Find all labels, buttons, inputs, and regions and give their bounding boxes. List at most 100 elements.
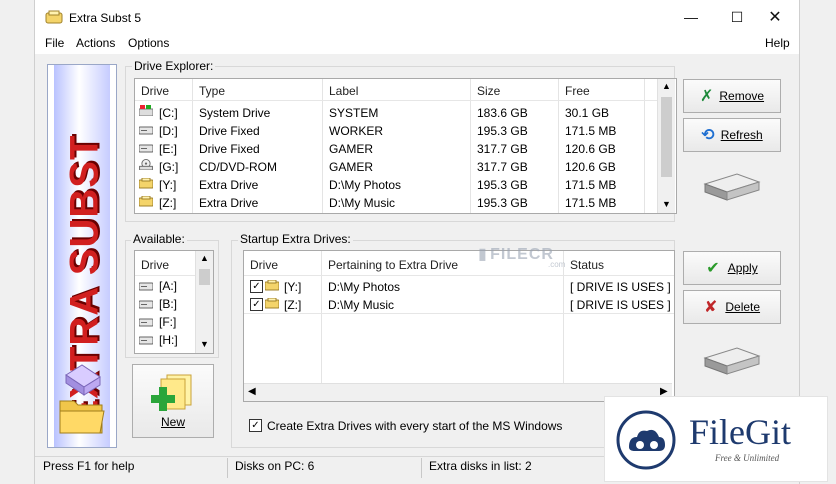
status-disks: Disks on PC: 6 [235, 459, 315, 473]
table-row[interactable]: [G:] CD/DVD-ROM GAMER 317.7 GB 120.6 GB [135, 157, 657, 175]
delete-button[interactable]: ✘ Delete [683, 290, 781, 324]
filegit-tagline: Free & Unlimited [715, 453, 780, 463]
check-icon: ✔ [706, 260, 720, 277]
startup-list[interactable]: Drive Pertaining to Extra Drive Status ✓… [243, 250, 675, 402]
scroll-thumb[interactable] [199, 269, 210, 285]
row-drive: [C:] [159, 106, 178, 120]
scroll-up-icon[interactable]: ▲ [662, 81, 671, 91]
table-row[interactable]: ✓ [Y:] D:\My Photos [ DRIVE IS USES ] [244, 277, 674, 295]
row-size: 195.3 GB [477, 178, 528, 192]
scroll-left-icon[interactable]: ◀ [248, 386, 256, 397]
menu-options[interactable]: Options [128, 36, 169, 50]
scroll-thumb[interactable] [661, 97, 672, 177]
remove-button[interactable]: ✗ Remove [683, 79, 781, 113]
table-row[interactable]: [C:] System Drive SYSTEM 183.6 GB 30.1 G… [135, 103, 657, 121]
row-drive: [Z:] [159, 196, 177, 210]
row-free: 120.6 GB [565, 160, 616, 174]
row-free: 171.5 MB [565, 196, 617, 210]
new-button[interactable]: New [132, 364, 214, 438]
close-button[interactable]: ✕ [752, 0, 798, 34]
delete-icon: ✘ [703, 299, 718, 316]
row-checkbox[interactable]: ✓ [250, 298, 263, 311]
hard-drive-icon [139, 336, 153, 345]
col-type[interactable]: Type [199, 84, 225, 98]
row-status: [ DRIVE IS USES ] [570, 298, 671, 312]
new-folder-plus-icon [151, 374, 192, 411]
row-status: [ DRIVE IS USES ] [570, 280, 671, 294]
row-drive: [G:] [159, 160, 179, 174]
filegit-badge: FileGit Free & Unlimited [604, 396, 828, 482]
row-label: GAMER [329, 142, 374, 156]
folder-drive-icon [59, 364, 105, 434]
menu-help[interactable]: Help [765, 36, 790, 50]
menu-actions[interactable]: Actions [76, 36, 115, 50]
row-label: D:\My Photos [329, 178, 402, 192]
status-help: Press F1 for help [43, 459, 135, 473]
filegit-brand: FileGit [689, 412, 792, 452]
col-pertaining[interactable]: Pertaining to Extra Drive [328, 258, 458, 272]
window-title: Extra Subst 5 [69, 11, 142, 25]
table-row[interactable]: [E:] Drive Fixed GAMER 317.7 GB 120.6 GB [135, 139, 657, 157]
startup-label: Startup Extra Drives: [238, 232, 353, 246]
row-size: 183.6 GB [477, 106, 528, 120]
drive-explorer-label: Drive Explorer: [132, 59, 216, 73]
row-size: 317.7 GB [477, 142, 528, 156]
row-type: Drive Fixed [199, 142, 260, 156]
row-type: Extra Drive [199, 178, 259, 192]
col-size[interactable]: Size [477, 84, 500, 98]
filecr-logo-icon: ▮ [478, 246, 487, 263]
windows-drive-icon [139, 105, 153, 116]
hard-disk-icon [703, 347, 761, 375]
drive-list-scrollbar[interactable]: ▲ ▼ [657, 79, 675, 213]
available-list[interactable]: Drive [A:] [B:] [F:] [H:] ▲ ▼ [134, 250, 214, 354]
scroll-up-icon[interactable]: ▲ [200, 253, 209, 263]
col-status[interactable]: Status [570, 258, 604, 272]
row-free: 171.5 MB [565, 178, 617, 192]
col-drive[interactable]: Drive [141, 258, 169, 272]
row-label: SYSTEM [329, 106, 379, 120]
extra-drive-icon [265, 280, 279, 291]
status-extra: Extra disks in list: 2 [429, 459, 532, 473]
extra-drive-icon [265, 298, 279, 309]
title-bar: Extra Subst 5 — ☐ ✕ [35, 0, 799, 34]
minimize-button[interactable]: — [668, 0, 714, 34]
extra-drive-icon [139, 196, 153, 207]
startup-checkbox-label[interactable]: Create Extra Drives with every start of … [267, 419, 562, 433]
scroll-down-icon[interactable]: ▼ [200, 339, 209, 349]
row-type: CD/DVD-ROM [199, 160, 277, 174]
col-drive[interactable]: Drive [250, 258, 278, 272]
row-free: 30.1 GB [565, 106, 610, 120]
col-drive[interactable]: Drive [141, 84, 169, 98]
menu-file[interactable]: File [45, 36, 64, 50]
col-label[interactable]: Label [329, 84, 358, 98]
apply-button[interactable]: ✔ Apply [683, 251, 781, 285]
row-type: System Drive [199, 106, 271, 120]
row-checkbox[interactable]: ✓ [250, 280, 263, 293]
table-row[interactable]: [Y:] Extra Drive D:\My Photos 195.3 GB 1… [135, 175, 657, 193]
row-drive: [E:] [159, 142, 178, 156]
hard-drive-icon [139, 282, 153, 291]
table-row[interactable]: ✓ [Z:] D:\My Music [ DRIVE IS USES ] [244, 295, 674, 313]
row-label: WORKER [329, 124, 383, 138]
row-free: 120.6 GB [565, 142, 616, 156]
startup-checkbox[interactable]: ✓ [249, 419, 262, 432]
remove-icon: ✗ [699, 88, 714, 105]
col-free[interactable]: Free [565, 84, 590, 98]
hard-drive-icon [139, 144, 153, 153]
row-drive: [Y:] [159, 178, 177, 192]
hard-disk-icon [703, 173, 761, 201]
drive-explorer-list[interactable]: Drive Type Label Size Free [C:] System D… [134, 78, 677, 214]
extra-drive-icon [139, 178, 153, 189]
table-row[interactable]: [Z:] Extra Drive D:\My Music 195.3 GB 17… [135, 193, 657, 211]
row-type: Extra Drive [199, 196, 259, 210]
hard-drive-icon [139, 318, 153, 327]
refresh-button[interactable]: ⟲ Refresh [683, 118, 781, 152]
scroll-down-icon[interactable]: ▼ [662, 199, 671, 209]
table-row[interactable]: [D:] Drive Fixed WORKER 195.3 GB 171.5 M… [135, 121, 657, 139]
available-scrollbar[interactable]: ▲ ▼ [195, 251, 213, 353]
filegit-logo-icon [616, 410, 676, 470]
row-drive: [D:] [159, 124, 178, 138]
cd-drive-icon [139, 159, 153, 170]
row-free: 171.5 MB [565, 124, 617, 138]
refresh-icon: ⟲ [701, 127, 715, 144]
